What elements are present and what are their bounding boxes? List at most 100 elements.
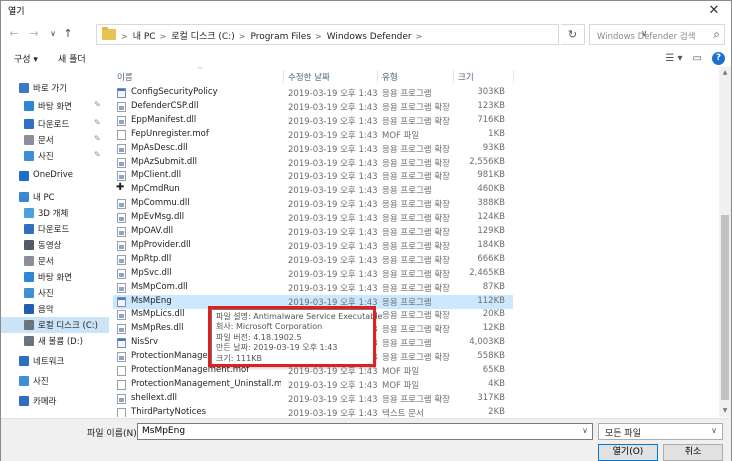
sidebar-item[interactable]: 사진 ✎ xyxy=(1,148,109,164)
sidebar-item[interactable]: 바로 가기 xyxy=(1,80,109,96)
file-row[interactable]: MsMpCom.dll 2019-03-19 오후 1:43 응용 프로그램 확장 8… xyxy=(113,281,513,295)
breadcrumb-separator-icon[interactable]: > xyxy=(315,32,322,41)
scroll-down-icon[interactable]: ▼ xyxy=(719,405,731,417)
download-icon xyxy=(24,119,34,129)
file-row[interactable]: shellext.dll 2019-03-19 오후 1:43 응용 프로그램 확장… xyxy=(113,392,513,406)
dll-file-icon xyxy=(117,171,126,182)
breadcrumb-separator-icon[interactable]: > xyxy=(416,32,423,41)
file-type-value: 모든 파일 xyxy=(605,429,641,439)
search-input[interactable]: Windows Defender 검색 ⌕ xyxy=(589,24,725,45)
refresh-button[interactable]: ↻ xyxy=(561,24,585,45)
scrollbar-thumb[interactable] xyxy=(721,215,729,400)
file-row[interactable]: MpSvc.dll 2019-03-19 오후 1:43 응용 프로그램 확장 2,4… xyxy=(113,267,513,281)
file-row[interactable]: MpProvider.dll 2019-03-19 오후 1:43 응용 프로그램 … xyxy=(113,239,513,253)
column-name[interactable]: 이름 xyxy=(117,71,133,83)
file-type-select[interactable]: 모든 파일 ∨ xyxy=(598,423,723,440)
dll-file-icon xyxy=(117,254,126,265)
file-size: 87KB xyxy=(482,281,505,292)
pin-icon[interactable]: ✎ xyxy=(94,134,101,143)
cancel-button[interactable]: 취소 xyxy=(663,444,723,461)
column-date-modified[interactable]: 수정한 날짜 xyxy=(288,71,330,83)
file-row[interactable]: MsMpEng 2019-03-19 오후 1:43 응용 프로그램 112KB xyxy=(113,294,513,309)
breadcrumb-item[interactable]: 로컬 디스크 (C:) xyxy=(171,32,234,42)
file-row[interactable]: ProtectionManagement.mof 2019-03-19 오후 1:… xyxy=(113,364,513,378)
filename-input[interactable]: MsMpEng ∨ xyxy=(137,423,593,440)
sidebar-item[interactable]: 로컬 디스크 (C:) xyxy=(1,317,109,333)
vertical-scrollbar[interactable]: ▲ ▼ xyxy=(719,67,731,417)
recent-locations-icon[interactable]: ∨ xyxy=(46,27,60,41)
sidebar-item-label: 바탕 화면 xyxy=(38,273,72,283)
sidebar-item[interactable]: 다운로드 xyxy=(1,221,109,237)
pin-icon[interactable]: ✎ xyxy=(94,100,101,109)
dll-file-icon xyxy=(117,268,126,279)
help-icon[interactable]: ? xyxy=(712,51,725,65)
file-row[interactable]: ConfigSecurityPolicy 2019-03-19 오후 1:43 응용… xyxy=(113,86,513,100)
close-icon[interactable]: ✕ xyxy=(701,1,727,20)
breadcrumb-item[interactable]: Program Files xyxy=(250,32,311,42)
sidebar-item-label: 다운로드 xyxy=(38,225,70,235)
file-row[interactable]: ProtectionManagement_Uninstall.mof 2019-0… xyxy=(113,378,513,392)
sidebar-item[interactable]: 동영상 xyxy=(1,237,109,253)
sidebar-item[interactable]: 새 볼륨 (D:) xyxy=(1,333,109,349)
sidebar-item[interactable]: 음악 xyxy=(1,301,109,317)
breadcrumb-separator-icon[interactable]: > xyxy=(160,32,167,41)
file-row[interactable]: MpCmdRun 2019-03-19 오후 1:43 응용 프로그램 460KB xyxy=(113,182,513,197)
breadcrumb-item[interactable]: Windows Defender xyxy=(327,32,412,42)
back-arrow-icon[interactable]: ← xyxy=(7,27,21,41)
sidebar-item[interactable]: 문서 xyxy=(1,253,109,269)
file-date: 2019-03-19 오후 1:43 xyxy=(288,102,378,113)
breadcrumb-separator-icon[interactable]: > xyxy=(239,32,246,41)
sidebar-item[interactable]: 네트워크 xyxy=(1,353,109,369)
sidebar-item-label: 로컬 디스크 (C:) xyxy=(38,321,98,331)
chevron-down-icon[interactable]: ∨ xyxy=(582,426,588,435)
file-row[interactable]: MpClient.dll 2019-03-19 오후 1:43 응용 프로그램 확장… xyxy=(113,169,513,183)
document-icon xyxy=(24,256,34,266)
view-options-icon[interactable]: ☰ ▾ xyxy=(665,53,682,64)
cloud-icon xyxy=(19,171,29,181)
file-row[interactable]: MpEvMsg.dll 2019-03-19 오후 1:43 응용 프로그램 확장 1… xyxy=(113,211,513,225)
sidebar-item[interactable]: 다운로드 ✎ xyxy=(1,116,109,132)
forward-arrow-icon[interactable]: → xyxy=(27,27,41,41)
pin-icon[interactable]: ✎ xyxy=(94,150,101,159)
file-size: 123KB xyxy=(477,100,505,111)
sidebar-item-label: 문서 xyxy=(38,257,54,267)
file-row[interactable]: MpRtp.dll 2019-03-19 오후 1:43 응용 프로그램 확장 666… xyxy=(113,253,513,267)
sidebar-item[interactable]: 3D 개체 xyxy=(1,205,109,221)
file-date: 2019-03-19 오후 1:43 xyxy=(288,367,378,377)
file-size: 716KB xyxy=(477,114,505,125)
file-icon xyxy=(117,379,126,390)
organize-button[interactable]: 구성 ▾ xyxy=(14,52,38,65)
file-row[interactable]: MpAzSubmit.dll 2019-03-19 오후 1:43 응용 프로그램 … xyxy=(113,156,513,170)
new-folder-button[interactable]: 새 폴더 xyxy=(58,52,86,65)
sidebar-item[interactable]: 내 PC xyxy=(1,189,109,205)
sidebar-item-label: 바탕 화면 xyxy=(38,102,72,112)
file-row[interactable]: DefenderCSP.dll 2019-03-19 오후 1:43 응용 프로그램… xyxy=(113,100,513,114)
sidebar-item[interactable]: 사진 xyxy=(1,373,109,389)
open-button[interactable]: 열기(O) xyxy=(598,444,658,461)
sidebar-item[interactable]: 카메라 xyxy=(1,393,109,409)
application-icon xyxy=(117,338,126,349)
sidebar-item[interactable]: 바탕 화면 xyxy=(1,269,109,285)
file-row[interactable]: MpCommu.dll 2019-03-19 오후 1:43 응용 프로그램 확장 3… xyxy=(113,197,513,211)
file-name: MpAzSubmit.dll xyxy=(131,156,197,167)
file-date: 2019-03-19 오후 1:43 xyxy=(288,394,378,405)
pin-icon[interactable]: ✎ xyxy=(94,118,101,127)
file-row[interactable]: FepUnregister.mof 2019-03-19 오후 1:43 MOF 파… xyxy=(113,128,513,142)
column-size[interactable]: 크기 xyxy=(458,71,474,83)
breadcrumb-item[interactable]: 내 PC xyxy=(133,32,156,42)
preview-pane-icon[interactable]: ▭ xyxy=(693,53,702,64)
sidebar-item[interactable]: 문서 ✎ xyxy=(1,132,109,148)
scroll-up-icon[interactable]: ▲ xyxy=(719,67,731,79)
file-row[interactable]: MpOAV.dll 2019-03-19 오후 1:43 응용 프로그램 확장 129… xyxy=(113,225,513,239)
sidebar-item[interactable]: 바탕 화면 ✎ xyxy=(1,98,109,114)
sidebar-item[interactable]: 사진 xyxy=(1,285,109,301)
file-name: EppManifest.dll xyxy=(131,114,197,125)
address-bar[interactable]: > 내 PC > 로컬 디스크 (C:) > Program Files > Windows … xyxy=(96,24,648,45)
file-row[interactable]: MpAsDesc.dll 2019-03-19 오후 1:43 응용 프로그램 확장… xyxy=(113,142,513,156)
sidebar-item[interactable]: OneDrive xyxy=(1,168,109,184)
breadcrumb-separator-icon[interactable]: > xyxy=(121,32,128,41)
file-row[interactable]: EppManifest.dll 2019-03-19 오후 1:43 응용 프로그램… xyxy=(113,114,513,128)
file-row[interactable]: ThirdPartyNotices 2019-03-19 오후 1:43 텍스트 문… xyxy=(113,406,513,417)
column-type[interactable]: 유형 xyxy=(382,71,398,83)
up-arrow-icon[interactable]: ↑ xyxy=(61,27,75,41)
